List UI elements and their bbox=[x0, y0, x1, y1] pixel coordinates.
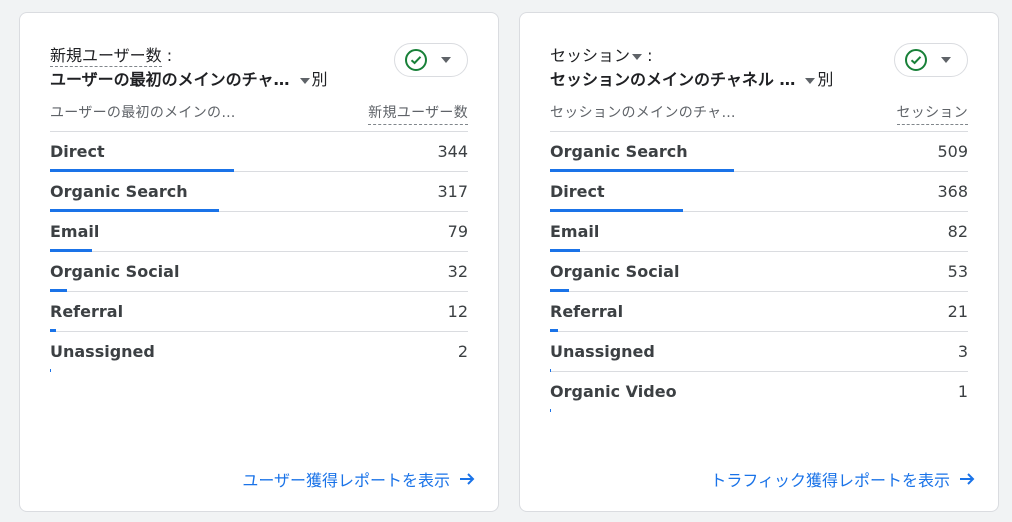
column-header-dimension: セッションのメインのチャ… bbox=[550, 105, 736, 121]
row-label: Organic Social bbox=[50, 262, 180, 281]
dimension-selector[interactable]: ユーザーの最初のメインのチャ… bbox=[50, 69, 290, 91]
column-header-dimension: ユーザーの最初のメインの… bbox=[50, 105, 236, 121]
card-title-metric-line: セッション : bbox=[550, 45, 653, 67]
caret-down-icon[interactable] bbox=[632, 53, 643, 60]
arrow-right-icon bbox=[960, 473, 975, 485]
row-label: Unassigned bbox=[50, 342, 155, 361]
metric-selector[interactable]: セッション bbox=[550, 46, 630, 65]
row-value: 53 bbox=[947, 262, 968, 281]
table-row: Unassigned 2 bbox=[50, 332, 468, 372]
title-colon: : bbox=[647, 46, 653, 65]
row-value: 344 bbox=[437, 142, 468, 161]
card-header: セッション : セッションのメインのチャネル … 別 bbox=[550, 43, 968, 93]
data-quality-status-button[interactable] bbox=[894, 43, 968, 77]
check-circle-icon bbox=[905, 49, 927, 71]
row-value: 82 bbox=[947, 222, 968, 241]
row-bar bbox=[50, 369, 52, 372]
column-header-metric[interactable]: セッション bbox=[896, 102, 968, 125]
table-row: Organic Social 53 bbox=[550, 252, 968, 292]
table-row: Unassigned 3 bbox=[550, 332, 968, 372]
row-value: 79 bbox=[447, 222, 468, 241]
row-label: Email bbox=[50, 222, 100, 241]
row-value: 317 bbox=[437, 182, 468, 201]
row-value: 2 bbox=[457, 342, 468, 361]
table-row: Referral 12 bbox=[50, 292, 468, 332]
table-header: セッションのメインのチャ… セッション bbox=[550, 99, 968, 132]
row-value: 3 bbox=[957, 342, 968, 361]
table-row: Direct 344 bbox=[50, 132, 468, 172]
metric-selector[interactable]: 新規ユーザー数 bbox=[50, 46, 162, 67]
sessions-card: セッション : セッションのメインのチャネル … 別 セッションのメインのチャ… … bbox=[519, 12, 999, 512]
title-suffix: 別 bbox=[311, 70, 328, 89]
row-value: 509 bbox=[937, 142, 968, 161]
card-title-dimension-line: セッションのメインのチャネル … 別 bbox=[550, 69, 833, 91]
view-traffic-acquisition-report-link[interactable]: トラフィック獲得レポートを表示 bbox=[710, 467, 976, 491]
row-label: Direct bbox=[50, 142, 105, 161]
view-user-acquisition-report-link[interactable]: ユーザー獲得レポートを表示 bbox=[242, 467, 476, 491]
card-title-dimension-line: ユーザーの最初のメインのチャ… 別 bbox=[50, 69, 328, 91]
row-label: Referral bbox=[550, 302, 624, 321]
table-header: ユーザーの最初のメインの… 新規ユーザー数 bbox=[50, 99, 468, 132]
check-circle-icon bbox=[405, 49, 427, 71]
row-label: Direct bbox=[550, 182, 605, 201]
row-value: 12 bbox=[447, 302, 468, 321]
table-rows: Organic Search 509 Direct 368 Email 82 Orga… bbox=[550, 132, 968, 412]
new-users-card: 新規ユーザー数 : ユーザーの最初のメインのチャ… 別 ユーザーの最初のメインの…… bbox=[19, 12, 499, 512]
caret-down-icon[interactable] bbox=[805, 77, 816, 84]
row-label: Organic Search bbox=[50, 182, 188, 201]
row-label: Email bbox=[550, 222, 600, 241]
title-suffix: 別 bbox=[817, 70, 834, 89]
table-row: Organic Search 509 bbox=[550, 132, 968, 172]
row-bar bbox=[550, 409, 552, 412]
row-label: Unassigned bbox=[550, 342, 655, 361]
table-row: Organic Video 1 bbox=[550, 372, 968, 412]
row-label: Referral bbox=[50, 302, 124, 321]
row-label: Organic Social bbox=[550, 262, 680, 281]
row-value: 32 bbox=[447, 262, 468, 281]
table-row: Email 82 bbox=[550, 212, 968, 252]
table-rows: Direct 344 Organic Search 317 Email 79 Orga… bbox=[50, 132, 468, 372]
arrow-right-icon bbox=[460, 473, 475, 485]
row-value: 368 bbox=[937, 182, 968, 201]
table-row: Direct 368 bbox=[550, 172, 968, 212]
dimension-selector[interactable]: セッションのメインのチャネル … bbox=[550, 69, 795, 91]
row-value: 21 bbox=[947, 302, 968, 321]
caret-down-icon[interactable] bbox=[299, 77, 310, 84]
link-label: ユーザー獲得レポートを表示 bbox=[242, 471, 450, 490]
table-row: Referral 21 bbox=[550, 292, 968, 332]
caret-down-icon bbox=[941, 57, 951, 63]
link-label: トラフィック獲得レポートを表示 bbox=[710, 471, 950, 490]
title-colon: : bbox=[166, 46, 173, 65]
row-label: Organic Video bbox=[550, 382, 677, 401]
card-title-metric-line: 新規ユーザー数 : bbox=[50, 45, 172, 67]
table-row: Email 79 bbox=[50, 212, 468, 252]
table-row: Organic Search 317 bbox=[50, 172, 468, 212]
caret-down-icon bbox=[441, 57, 451, 63]
card-header: 新規ユーザー数 : ユーザーの最初のメインのチャ… 別 bbox=[50, 43, 468, 93]
column-header-metric[interactable]: 新規ユーザー数 bbox=[368, 102, 468, 125]
table-row: Organic Social 32 bbox=[50, 252, 468, 292]
row-value: 1 bbox=[957, 382, 968, 401]
data-quality-status-button[interactable] bbox=[394, 43, 468, 77]
row-label: Organic Search bbox=[550, 142, 688, 161]
